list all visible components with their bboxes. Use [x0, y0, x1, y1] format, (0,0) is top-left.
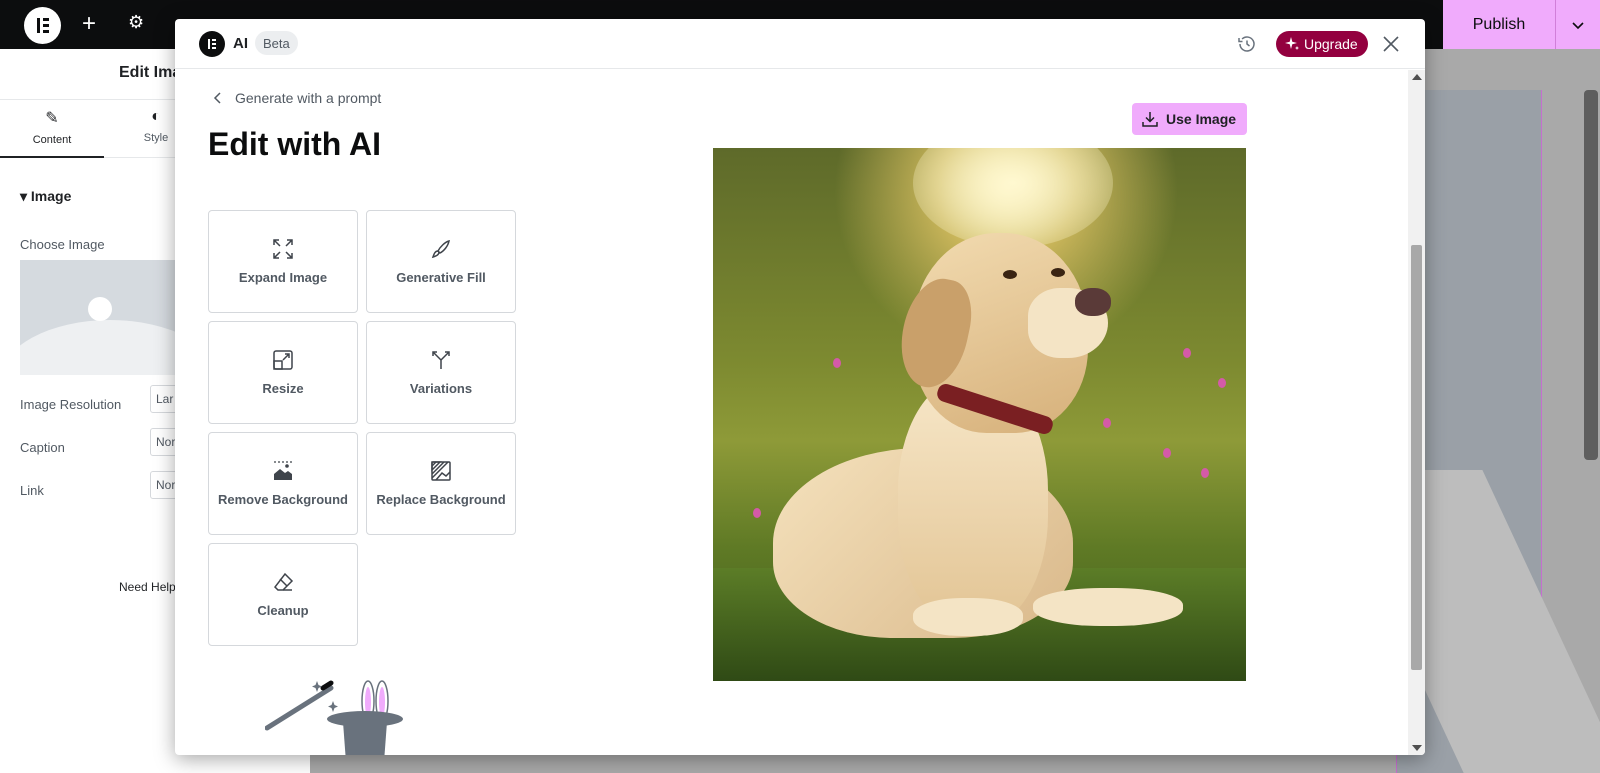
beta-badge: Beta — [255, 31, 298, 55]
modal-scrollbar[interactable] — [1408, 70, 1425, 755]
flower — [1183, 348, 1191, 358]
flower — [1163, 448, 1171, 458]
remove-background-icon — [274, 461, 292, 480]
publish-button[interactable]: Publish — [1443, 0, 1555, 49]
link-label: Link — [20, 483, 44, 498]
placeholder-sun — [88, 297, 112, 321]
use-image-label: Use Image — [1166, 111, 1237, 127]
replace-background-icon — [431, 461, 451, 481]
back-label: Generate with a prompt — [235, 90, 382, 106]
pencil-icon: ✎ — [45, 110, 59, 127]
back-to-prompt-link[interactable]: Generate with a prompt — [213, 90, 381, 106]
caption-label: Caption — [20, 440, 65, 455]
magic-hat-illustration — [265, 680, 403, 755]
tool-cleanup[interactable]: Cleanup — [208, 543, 358, 646]
scroll-up-icon[interactable] — [1412, 74, 1422, 80]
sparkle-icon — [1285, 37, 1299, 50]
tool-label: Replace Background — [376, 492, 506, 507]
resize-icon — [273, 350, 293, 370]
flower — [1218, 378, 1226, 388]
tool-label: Remove Background — [217, 492, 349, 507]
tool-label: Generative Fill — [396, 270, 486, 285]
upgrade-label: Upgrade — [1304, 36, 1358, 52]
tool-label: Variations — [409, 381, 473, 396]
panel-title: Edit Ima — [119, 64, 182, 81]
use-image-button[interactable]: Use Image — [1132, 103, 1248, 135]
dog-eye — [1003, 270, 1017, 279]
dog-paw — [913, 598, 1023, 636]
tool-generative-fill[interactable]: Generative Fill — [366, 210, 516, 313]
history-icon[interactable] — [1235, 32, 1259, 56]
elementor-ai-logo-icon — [199, 31, 225, 57]
tool-expand-image[interactable]: Expand Image — [208, 210, 358, 313]
tab-content[interactable]: ✎ Content — [0, 100, 104, 158]
elementor-logo-icon[interactable] — [24, 7, 61, 44]
scroll-down-icon[interactable] — [1412, 745, 1422, 751]
tool-label: Expand Image — [238, 270, 328, 285]
section-image-toggle[interactable]: ▾ Image — [20, 188, 71, 205]
section-title: Image — [30, 188, 72, 204]
dog-paw — [1033, 588, 1183, 626]
upgrade-button[interactable]: Upgrade — [1276, 31, 1368, 57]
modal-title: AI — [233, 35, 248, 52]
flower — [1201, 468, 1209, 478]
ai-modal: AI Beta Upgrade Generate with a prompt E… — [175, 19, 1425, 755]
tool-label: Cleanup — [257, 603, 309, 618]
chevron-left-icon — [213, 92, 221, 104]
dog-nose — [1075, 288, 1111, 316]
preview-image — [713, 148, 1246, 681]
tool-label: Resize — [262, 381, 304, 396]
choose-image-label: Choose Image — [20, 237, 105, 252]
add-element-icon[interactable]: + — [82, 10, 96, 38]
tool-replace-background[interactable]: Replace Background — [366, 432, 516, 535]
variations-icon — [432, 351, 450, 369]
image-placeholder[interactable] — [20, 260, 180, 375]
brush-icon — [431, 239, 450, 259]
expand-icon — [273, 239, 293, 259]
download-icon — [1142, 112, 1158, 127]
tool-variations[interactable]: Variations — [366, 321, 516, 424]
flower — [1103, 418, 1111, 428]
canvas-scrollbar[interactable] — [1584, 90, 1598, 460]
flower — [753, 508, 761, 518]
placeholder-hill — [20, 320, 180, 375]
flower — [833, 358, 841, 368]
close-icon[interactable] — [1378, 31, 1404, 57]
modal-header: AI Beta Upgrade — [175, 19, 1425, 69]
tab-label: Style — [143, 132, 169, 144]
tool-remove-background[interactable]: Remove Background — [208, 432, 358, 535]
chevron-down-icon — [1572, 21, 1584, 29]
tool-resize[interactable]: Resize — [208, 321, 358, 424]
page-title: Edit with AI — [208, 126, 382, 162]
publish-options-button[interactable] — [1555, 0, 1600, 49]
scroll-thumb[interactable] — [1411, 245, 1422, 670]
image-resolution-label: Image Resolution — [20, 397, 122, 412]
eraser-icon — [274, 572, 294, 591]
dog-eye — [1051, 268, 1065, 277]
need-help-link[interactable]: Need Help — [119, 580, 176, 594]
tab-label: Content — [32, 134, 72, 146]
modal-body: Generate with a prompt Edit with AI Expa… — [175, 70, 1408, 755]
settings-sliders-icon[interactable]: ⚙ — [128, 12, 144, 33]
